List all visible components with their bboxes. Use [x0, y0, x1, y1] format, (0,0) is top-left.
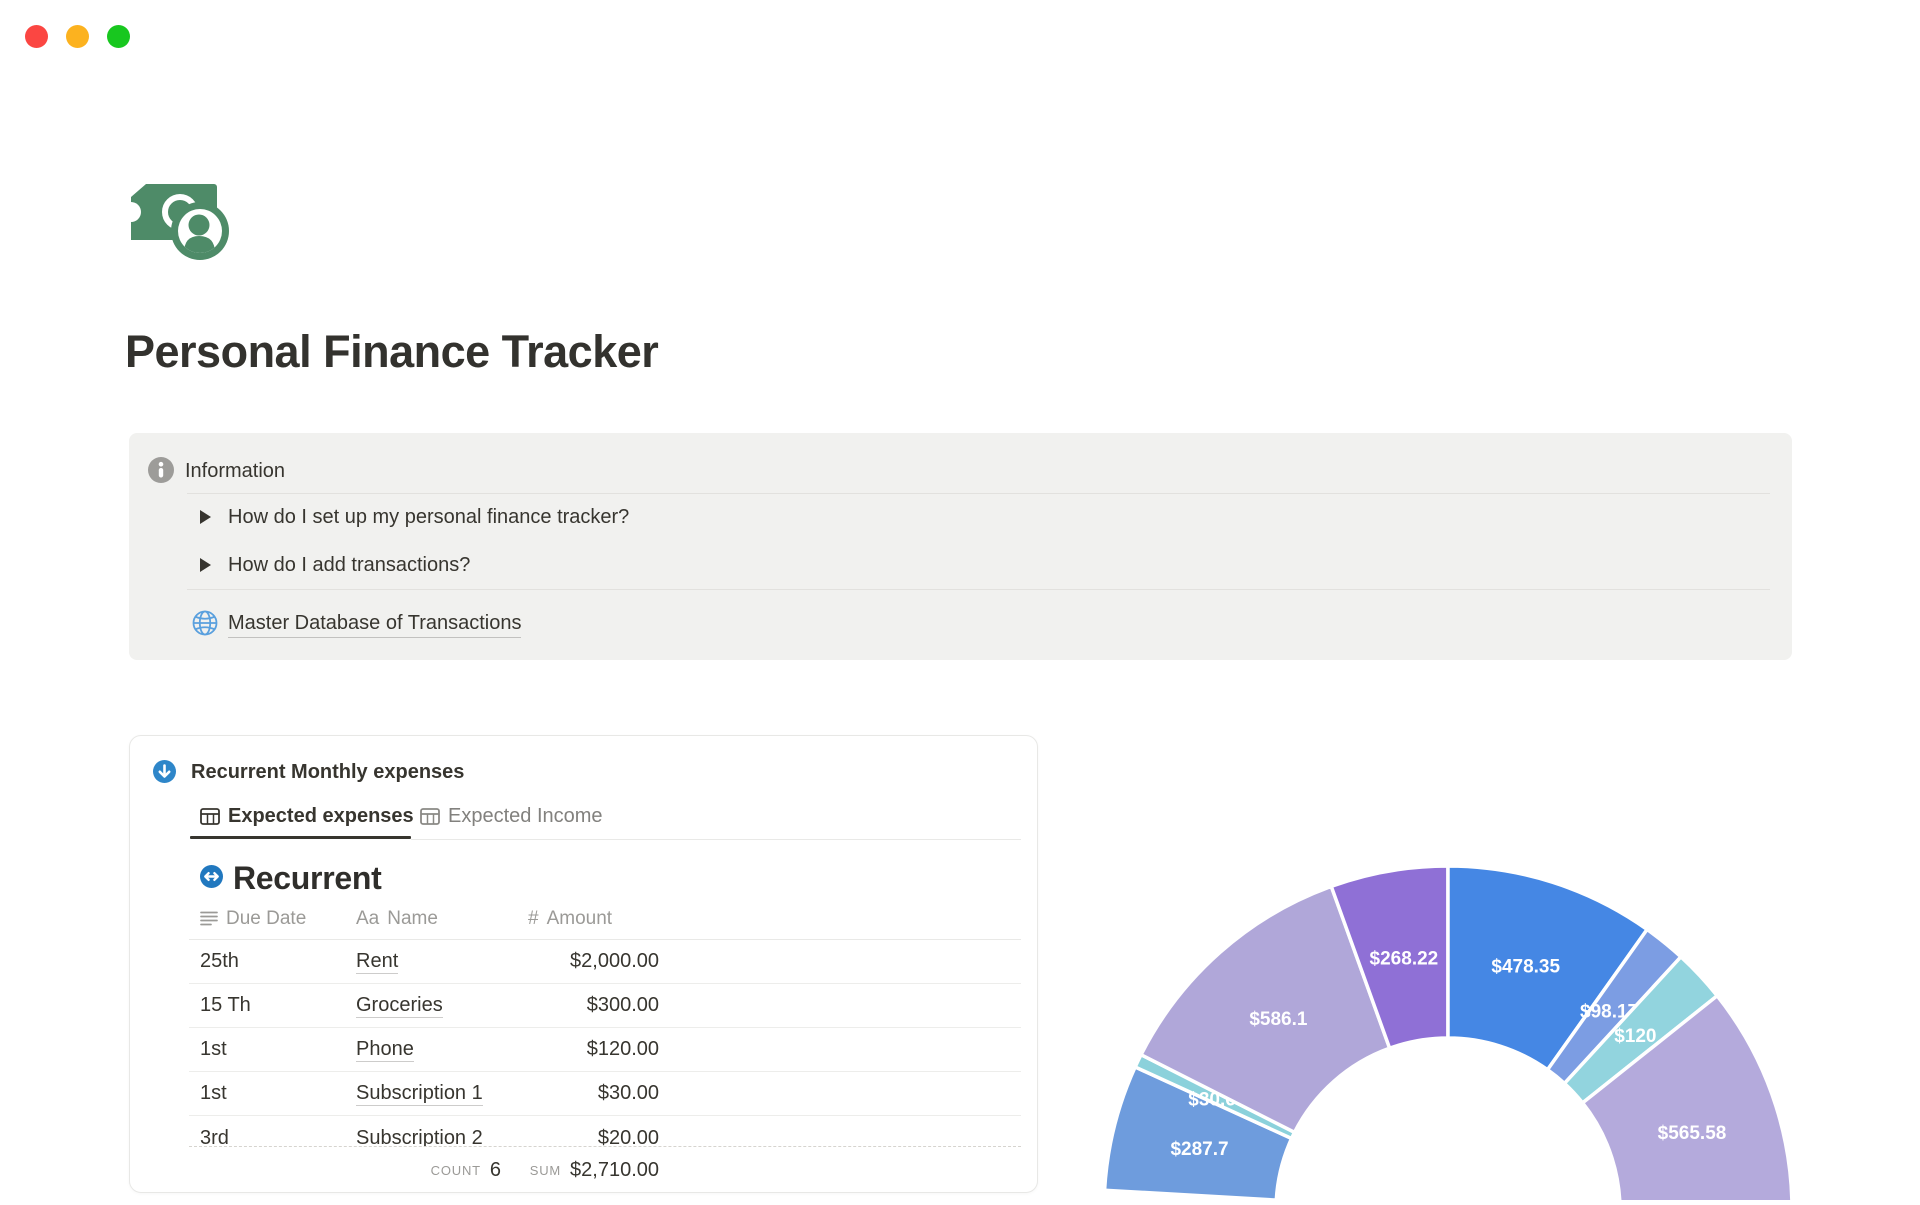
page-icon-money-banknote[interactable] [121, 182, 230, 262]
cell-amount[interactable]: $2,000.00 [528, 950, 659, 973]
table-footer: COUNT 6 SUM $2,710.00 [189, 1147, 1021, 1192]
page-title: Personal Finance Tracker [125, 326, 659, 377]
column-label[interactable]: Amount [547, 908, 612, 930]
column-amount[interactable]: # Amount [528, 908, 659, 930]
toggle-label[interactable]: How do I set up my personal finance trac… [228, 506, 629, 529]
count-label: COUNT [430, 1162, 481, 1178]
toggle-setup-question[interactable]: How do I set up my personal finance trac… [200, 493, 629, 541]
toggle-triangle-icon[interactable] [200, 510, 211, 524]
table-icon [420, 807, 440, 825]
tab-label[interactable]: Expected Income [448, 805, 603, 828]
tab-expected-expenses[interactable]: Expected expenses [200, 802, 414, 830]
table-row-clipped[interactable]: 3rd Subscription 2 $20.00 [189, 1116, 1021, 1146]
close-button[interactable] [25, 25, 48, 48]
number-property-icon: # [528, 907, 539, 929]
cell-amount[interactable]: $300.00 [528, 994, 659, 1017]
donut-segment-label: $120 [1614, 1026, 1656, 1047]
donut-segment-label: $287.7 [1170, 1139, 1228, 1160]
minimize-button[interactable] [66, 25, 89, 48]
table-row[interactable]: 15 Th Groceries $300.00 [189, 984, 1021, 1028]
toggle-label[interactable]: How do I add transactions? [228, 554, 470, 577]
title-property-icon: Aa [356, 907, 380, 929]
recurrent-section-heading: Recurrent [200, 860, 382, 897]
callout-divider [187, 589, 1770, 590]
donut-segment-label: $478.35 [1491, 957, 1560, 978]
tab-expected-income[interactable]: Expected Income [420, 802, 603, 830]
table-row[interactable]: 25th Rent $2,000.00 [189, 940, 1021, 984]
donut-segment-label: $268.22 [1370, 948, 1439, 969]
information-callout: Information How do I set up my personal … [129, 433, 1792, 660]
sum-label: SUM [529, 1162, 562, 1178]
cell-name[interactable]: Subscription 1 [356, 1082, 528, 1106]
table-row[interactable]: 1st Subscription 1 $30.00 [189, 1072, 1021, 1116]
cell-amount[interactable]: $30.00 [528, 1082, 659, 1105]
column-due-date[interactable]: Due Date [189, 908, 356, 930]
zoom-button[interactable] [107, 25, 130, 48]
cell-due-date[interactable]: 15 Th [189, 994, 356, 1017]
arrows-left-right-circle-icon [200, 864, 223, 893]
info-icon [148, 457, 174, 488]
donut-segment-label: $565.58 [1658, 1123, 1727, 1144]
cell-amount[interactable]: $120.00 [528, 1038, 659, 1061]
text-lines-icon [200, 911, 218, 926]
cell-amount[interactable]: $20.00 [528, 1127, 659, 1147]
column-label[interactable]: Name [387, 908, 438, 930]
card-title: Recurrent Monthly expenses [191, 761, 465, 783]
cell-due-date[interactable]: 3rd [189, 1127, 356, 1147]
table-body: 25th Rent $2,000.00 15 Th Groceries $300… [189, 940, 1021, 1116]
cell-name[interactable]: Groceries [356, 994, 528, 1018]
globe-icon [192, 610, 218, 641]
sum-aggregate[interactable]: SUM $2,710.00 [529, 1147, 659, 1192]
tabs-baseline [411, 839, 1021, 840]
donut-segment-label: $586.1 [1249, 1009, 1308, 1030]
cell-name[interactable]: Subscription 2 [356, 1126, 528, 1146]
table-header-row: Due Date Aa Name # Amount [189, 898, 1021, 939]
cell-due-date[interactable]: 1st [189, 1082, 356, 1105]
cell-name[interactable]: Phone [356, 1038, 528, 1062]
callout-heading: Information [185, 460, 286, 482]
section-title[interactable]: Recurrent [233, 860, 382, 897]
master-database-link[interactable]: Master Database of Transactions [192, 596, 522, 654]
cell-name[interactable]: Rent [356, 950, 528, 974]
window-controls [25, 25, 130, 48]
count-aggregate[interactable]: COUNT 6 [430, 1147, 501, 1192]
tab-label[interactable]: Expected expenses [228, 805, 414, 828]
cell-due-date[interactable]: 1st [189, 1038, 356, 1061]
table-row[interactable]: 1st Phone $120.00 [189, 1028, 1021, 1072]
expenses-donut-chart[interactable]: $287.7 $30.68 $586.1 $268.22 $478.35 $98.17 $1… [1102, 864, 1794, 1205]
recurrent-expenses-card: Recurrent Monthly expenses Expected expe… [129, 735, 1038, 1193]
cell-due-date[interactable]: 25th [189, 950, 356, 973]
column-label[interactable]: Due Date [226, 908, 306, 930]
column-name[interactable]: Aa Name [356, 908, 528, 930]
table-icon [200, 807, 220, 825]
toggle-triangle-icon[interactable] [200, 558, 211, 572]
sum-value: $2,710.00 [570, 1158, 659, 1181]
toggle-add-transactions-question[interactable]: How do I add transactions? [200, 541, 470, 589]
arrow-down-circle-icon[interactable] [153, 760, 176, 788]
count-value: 6 [489, 1158, 501, 1181]
master-database-link-label[interactable]: Master Database of Transactions [228, 612, 522, 638]
active-tab-indicator [190, 836, 411, 839]
